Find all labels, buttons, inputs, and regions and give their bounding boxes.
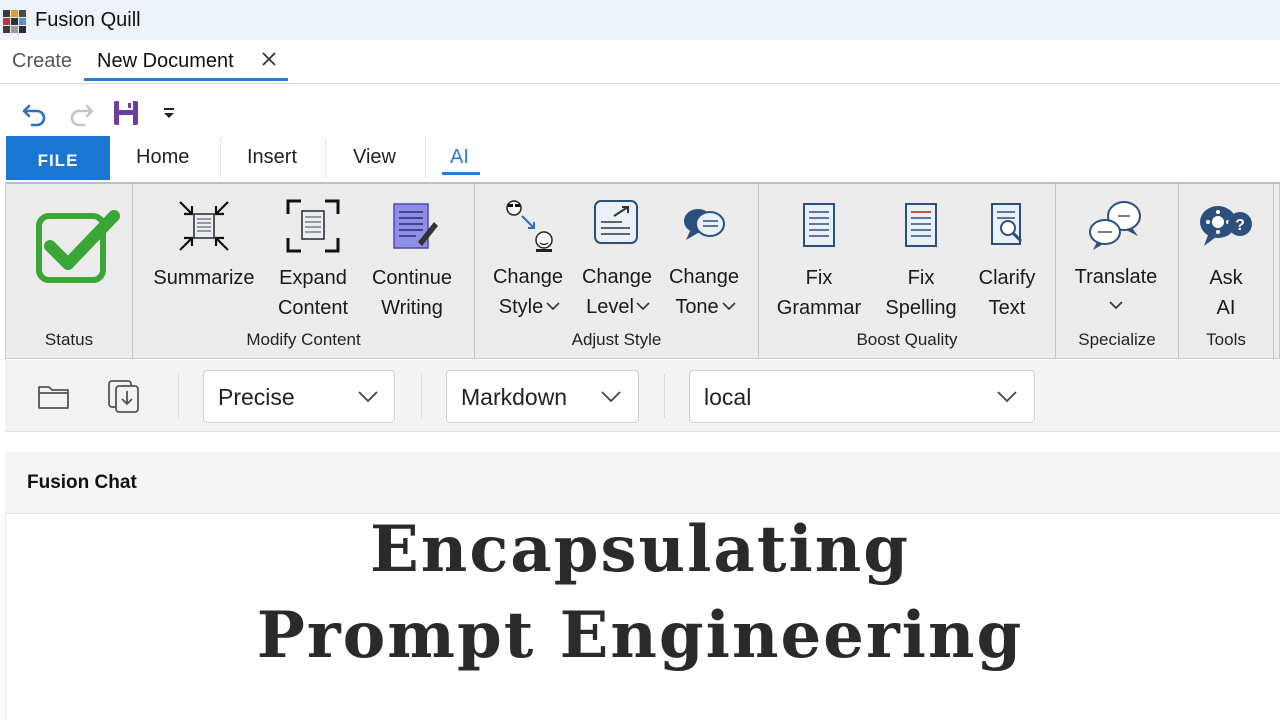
ribbon-divider bbox=[1273, 183, 1274, 358]
chevron-down-icon bbox=[722, 302, 736, 311]
group-label-adjust-style: Adjust Style bbox=[571, 330, 662, 349]
model-dropdown[interactable]: local bbox=[689, 370, 1035, 423]
expand-content-label-line1: Expand bbox=[279, 267, 347, 289]
group-label-specialize: Specialize bbox=[1078, 330, 1156, 349]
banner-line-2: Prompt Engineering bbox=[256, 598, 1024, 673]
format-dropdown[interactable]: Markdown bbox=[446, 370, 639, 423]
continue-writing-button[interactable]: Continue Writing bbox=[364, 196, 460, 326]
clarify-text-label-line2: Text bbox=[988, 297, 1026, 319]
ask-ai-label-line1: Ask bbox=[1209, 267, 1243, 289]
toolbar-divider bbox=[664, 374, 665, 418]
group-label-tools: Tools bbox=[1206, 330, 1246, 349]
change-tone-button[interactable]: Change Tone bbox=[662, 196, 746, 326]
change-style-button[interactable]: Change Style bbox=[486, 196, 570, 326]
active-menu-indicator bbox=[442, 172, 480, 175]
continue-writing-label-line1: Continue bbox=[371, 267, 453, 289]
model-dropdown-value: local bbox=[704, 384, 752, 410]
mode-dropdown-value: Precise bbox=[218, 384, 295, 410]
tab-insert[interactable]: Insert bbox=[247, 146, 297, 169]
fix-grammar-label-line1: Fix bbox=[805, 267, 833, 289]
chat-toolbar bbox=[5, 360, 1280, 432]
status-check-icon[interactable] bbox=[36, 210, 120, 284]
fix-spelling-label-line1: Fix bbox=[907, 267, 935, 289]
banner-line-1: Encapsulating bbox=[370, 512, 910, 587]
change-tone-label-line1: Change bbox=[668, 266, 740, 288]
app-title: Fusion Quill bbox=[35, 9, 141, 31]
continue-writing-label-line2: Writing bbox=[381, 297, 443, 319]
fix-spelling-button[interactable]: Fix Spelling bbox=[874, 196, 968, 326]
expand-content-button[interactable]: Expand Content bbox=[270, 196, 356, 326]
tab-view[interactable]: View bbox=[353, 146, 396, 169]
tab-home[interactable]: Home bbox=[136, 146, 189, 169]
mode-dropdown[interactable]: Precise bbox=[203, 370, 395, 423]
svg-text:?: ? bbox=[1235, 217, 1245, 234]
chat-header bbox=[5, 452, 1280, 514]
fix-grammar-label-line2: Grammar bbox=[776, 297, 862, 319]
clarify-text-icon bbox=[991, 203, 1023, 245]
chevron-down-icon bbox=[358, 391, 378, 403]
translate-icon bbox=[1089, 201, 1141, 250]
toolbar-divider bbox=[178, 374, 179, 418]
menu-divider bbox=[325, 138, 326, 178]
change-level-label-line1: Change bbox=[581, 266, 653, 288]
ask-ai-button[interactable]: ? Ask AI bbox=[1190, 196, 1262, 326]
group-label-boost-quality: Boost Quality bbox=[856, 330, 958, 349]
summarize-icon bbox=[179, 201, 229, 251]
ask-ai-label-line2: AI bbox=[1216, 297, 1236, 319]
tab-create[interactable]: Create bbox=[12, 50, 72, 82]
clarify-text-label-line1: Clarify bbox=[978, 267, 1036, 289]
open-folder-icon[interactable] bbox=[36, 378, 72, 414]
tab-ai[interactable]: AI bbox=[450, 146, 469, 169]
menu-divider bbox=[220, 138, 221, 178]
fix-spelling-icon bbox=[905, 203, 937, 247]
close-tab-icon[interactable] bbox=[258, 48, 280, 70]
chevron-down-icon bbox=[636, 302, 650, 311]
expand-content-icon bbox=[286, 199, 340, 253]
format-dropdown-value: Markdown bbox=[461, 384, 568, 410]
redo-icon[interactable] bbox=[66, 98, 96, 128]
change-tone-icon bbox=[684, 209, 725, 240]
group-label-status: Status bbox=[44, 330, 94, 349]
title-bar: Fusion Quill bbox=[0, 0, 1280, 40]
save-icon[interactable] bbox=[111, 98, 141, 128]
chevron-down-icon bbox=[546, 302, 560, 311]
continue-writing-icon bbox=[393, 203, 438, 249]
change-level-button[interactable]: Change Level bbox=[575, 196, 659, 326]
summarize-label: Summarize bbox=[153, 267, 255, 289]
group-label-modify-content: Modify Content bbox=[246, 330, 361, 349]
chevron-down-icon bbox=[1109, 301, 1123, 310]
toolbar-divider bbox=[421, 374, 422, 418]
change-level-icon bbox=[594, 200, 638, 244]
change-style-icon bbox=[506, 200, 553, 252]
clarify-text-button[interactable]: Clarify Text bbox=[966, 196, 1048, 326]
summarize-button[interactable]: Summarize bbox=[148, 196, 260, 326]
translate-label: Translate bbox=[1074, 266, 1158, 288]
fix-grammar-icon bbox=[803, 203, 835, 247]
file-tab[interactable]: FILE bbox=[6, 136, 110, 180]
active-tab-indicator bbox=[84, 78, 288, 81]
import-icon[interactable] bbox=[106, 378, 142, 414]
chevron-down-icon bbox=[601, 391, 621, 403]
change-style-label-line1: Change bbox=[492, 266, 564, 288]
fix-grammar-button[interactable]: Fix Grammar bbox=[772, 196, 866, 326]
menu-divider bbox=[425, 138, 426, 178]
translate-button[interactable]: Translate bbox=[1066, 196, 1166, 326]
chevron-down-icon bbox=[997, 391, 1017, 403]
ask-ai-icon: ? bbox=[1200, 206, 1252, 246]
expand-content-label-line2: Content bbox=[277, 297, 349, 319]
file-tab-label: FILE bbox=[37, 151, 79, 170]
chat-title: Fusion Chat bbox=[27, 472, 137, 493]
fix-spelling-label-line2: Spelling bbox=[885, 297, 957, 319]
customize-icon[interactable] bbox=[156, 98, 186, 128]
undo-icon[interactable] bbox=[20, 98, 50, 128]
app-logo-icon bbox=[3, 10, 26, 33]
